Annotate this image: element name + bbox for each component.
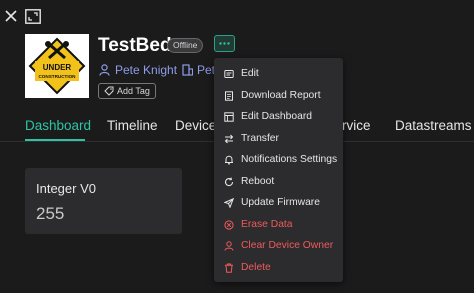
widget-value: 255 [36, 204, 65, 223]
more-actions-button[interactable] [214, 35, 235, 52]
integer-widget[interactable]: Integer V0 255 [25, 168, 182, 234]
svg-text:UNDER: UNDER [43, 63, 72, 72]
user-icon [99, 64, 110, 76]
menu-item-clear-device-owner[interactable]: Clear Device Owner [224, 240, 333, 251]
trash-icon [224, 263, 234, 273]
widget-label: Integer V0 [36, 181, 96, 196]
menu-item-download-report[interactable]: Download Report [224, 90, 321, 101]
edit-icon [224, 69, 234, 79]
device-title: TestBed [98, 35, 172, 56]
more-dots-icon [219, 42, 230, 45]
transfer-icon [224, 134, 234, 144]
menu-item-delete[interactable]: Delete [224, 262, 271, 273]
tab-device-info[interactable]: Device [175, 118, 216, 133]
menu-item-reboot[interactable]: Reboot [224, 176, 274, 187]
add-tag-button[interactable]: Add Tag [98, 83, 156, 99]
edit-dashboard-icon [224, 111, 234, 122]
menu-item-notifications-settings[interactable]: Notifications Settings [224, 154, 337, 165]
device-image: UNDER CONSTRUCTION [25, 34, 89, 98]
status-badge: Offline [167, 38, 204, 53]
owner-name: Pete Knight [115, 63, 178, 77]
download-report-icon [224, 90, 234, 101]
tag-icon [104, 86, 114, 96]
tab-service[interactable]: rvice [342, 118, 371, 133]
reboot-icon [224, 177, 234, 187]
close-icon[interactable] [4, 9, 18, 23]
menu-item-update-firmware[interactable]: Update Firmware [224, 197, 320, 208]
menu-item-erase-data[interactable]: Erase Data [224, 219, 293, 230]
tab-timeline[interactable]: Timeline [107, 118, 158, 133]
organization-name: Pet [197, 63, 216, 77]
svg-text:CONSTRUCTION: CONSTRUCTION [38, 74, 76, 79]
tab-datastreams[interactable]: Datastreams [395, 118, 472, 133]
user-icon [224, 240, 234, 251]
bell-icon [224, 155, 234, 165]
device-owner-link[interactable]: Pete Knight [99, 63, 177, 77]
device-actions-menu: Edit Download Report Edit Dashboard Tran… [214, 58, 343, 282]
menu-item-transfer[interactable]: Transfer [224, 133, 279, 144]
tab-dashboard[interactable]: Dashboard [25, 118, 91, 133]
add-tag-label: Add Tag [117, 86, 150, 96]
organization-icon [182, 64, 193, 76]
menu-item-edit-dashboard[interactable]: Edit Dashboard [224, 111, 312, 122]
menu-item-edit[interactable]: Edit [224, 68, 259, 79]
erase-icon [224, 219, 234, 230]
send-icon [224, 197, 234, 208]
expand-icon[interactable] [24, 8, 41, 24]
organization-link[interactable]: Pet [182, 63, 215, 77]
